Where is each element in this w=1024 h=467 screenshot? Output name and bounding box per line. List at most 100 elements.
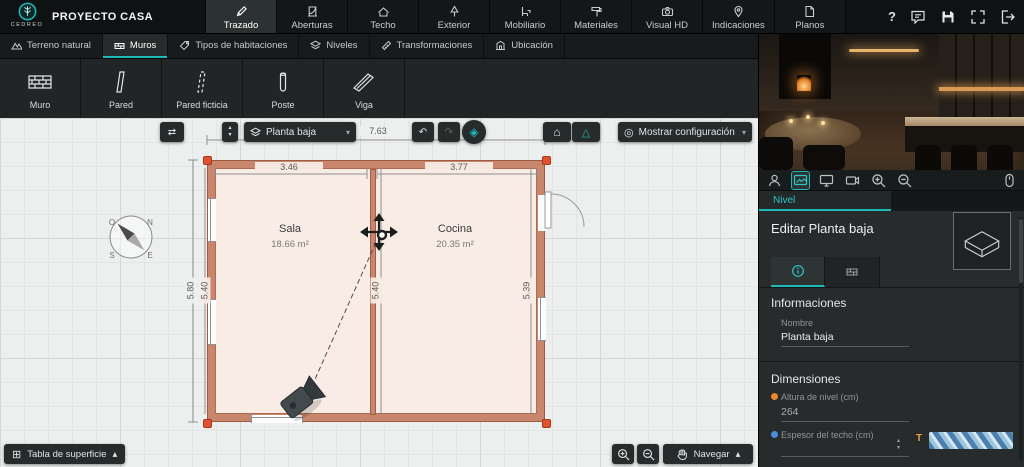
dim-label-middle: 5.40 [371,278,382,304]
chat-button[interactable] [910,9,926,25]
snapshot-button[interactable] [792,172,809,189]
surface-table-button[interactable]: ⊞ Tabla de superficie ▴ [4,444,125,464]
subtab-tipos-habitaciones[interactable]: Tipos de habitaciones [168,33,299,58]
subtab-terreno-natural[interactable]: Terreno natural [0,33,103,58]
zoom-out-button[interactable] [637,444,659,464]
corner-handle[interactable] [542,156,551,165]
tab-nivel[interactable]: Nivel [759,191,891,211]
corner-handle[interactable] [203,156,212,165]
paint-mode-button[interactable]: ◈ [462,120,486,144]
subtab-muros[interactable]: Muros [103,33,168,58]
tab-muros-nivel[interactable] [825,257,880,287]
tab-exterior[interactable]: Exterior [419,0,490,33]
triangle-view-button[interactable]: △ [572,122,600,142]
corner-handle[interactable] [203,419,212,428]
undo-button[interactable]: ↶ [412,122,434,142]
mouse-controls-button[interactable] [1001,172,1018,189]
roof-view-button[interactable]: ⌂ [543,122,571,142]
panel-scrollbar[interactable] [1019,217,1023,461]
tab-visual-hd[interactable]: Visual HD [632,0,703,33]
triangle-icon: △ [582,126,590,139]
tab-planos[interactable]: Planos [775,0,846,33]
corner-handle[interactable] [542,419,551,428]
tab-label: Aberturas [291,20,332,31]
scrollbar-thumb[interactable] [1019,219,1023,283]
divider [759,361,1024,362]
subtab-transformaciones[interactable]: Transformaciones [370,33,485,58]
room-area: 20.35 m² [410,239,500,250]
pencil-icon [235,5,248,18]
iso-slab-icon [956,215,1008,267]
window-left-2[interactable] [208,299,216,345]
texture-swatch[interactable] [929,432,1013,449]
tab-nivel-label: Nivel [773,195,795,206]
thin-wall-icon [108,69,134,95]
compass-s: S [109,251,114,260]
save-button[interactable] [940,9,956,25]
mouse-icon [1002,173,1017,188]
chevron-down-icon: ▾ [346,128,350,137]
tab-label: Trazado [224,20,259,31]
redo-button[interactable]: ↷ [438,122,460,142]
exit-button[interactable] [1000,9,1016,25]
ceiling-stepper[interactable]: ▴ ▾ [897,438,900,452]
window-right[interactable] [538,297,546,341]
floorplan-canvas[interactable]: N O S E 7.63 3.46 [0,118,758,467]
chair-icon [519,5,532,18]
ruler-icon [381,40,392,51]
camera-view-button[interactable] [844,172,861,189]
step-up-icon: ▴ [228,125,231,132]
window-left-1[interactable] [208,198,216,242]
swap-level-button[interactable]: ⇄ [160,122,184,142]
dim-label-top-right: 3.77 [425,162,493,172]
subtab-niveles[interactable]: Niveles [299,33,369,58]
preview-zoom-in-button[interactable] [870,172,887,189]
navigate-button[interactable]: Navegar ▴ [663,444,753,464]
tool-pared-ficticia[interactable]: Pared ficticia [162,59,243,119]
ceiling-thickness-label: Espesor del techo (cm) [781,430,874,440]
show-config-label: Mostrar configuración [639,127,735,138]
app-logo[interactable]: CEDREO [7,2,47,28]
main-tabs: Trazado Aberturas Techo Exterior Mobilia… [205,0,846,33]
tool-muro[interactable]: Muro [0,59,81,119]
tool-poste[interactable]: Poste [243,59,324,119]
level-3d-button[interactable] [953,212,1011,270]
navigate-label: Navegar [694,449,730,460]
tab-aberturas[interactable]: Aberturas [277,0,348,33]
tool-pared[interactable]: Pared [81,59,162,119]
tab-trazado[interactable]: Trazado [205,0,277,33]
door-leaf[interactable] [545,192,584,228]
tab-informaciones[interactable] [771,257,825,287]
scene-stool [951,145,977,170]
zoom-out-icon [642,448,655,461]
level-editor-panel: Editar Planta baja Informaciones Nombre … [759,211,1024,467]
fullscreen-button[interactable] [970,9,986,25]
room-name: Sala [245,223,335,235]
name-label: Nombre [781,318,813,328]
subtab-ubicacion[interactable]: Ubicación [484,33,565,58]
show-config-button[interactable]: ◎ Mostrar configuración ▾ [618,122,752,142]
monitor-view-button[interactable] [818,172,835,189]
level-selector[interactable]: Planta baja ▾ [244,122,356,142]
level-height-field[interactable]: 264 [781,406,799,418]
zoom-in-button[interactable] [612,444,634,464]
level-stepper[interactable]: ▴ ▾ [222,122,238,142]
preview-zoom-out-button[interactable] [896,172,913,189]
tool-viga[interactable]: Viga [324,59,405,119]
map-pin-icon [732,5,745,18]
tab-techo[interactable]: Techo [348,0,419,33]
panel-tabs [771,257,880,287]
user-view-button[interactable] [766,172,783,189]
render-preview[interactable] [759,33,1024,170]
scene-candle [821,121,825,125]
tab-materiales[interactable]: Materiales [561,0,632,33]
tab-mobiliario[interactable]: Mobiliario [490,0,561,33]
height-field-underline [781,421,909,422]
tab-indicaciones[interactable]: Indicaciones [703,0,775,33]
layers-icon [310,40,321,51]
name-field[interactable]: Planta baja [781,331,834,343]
help-button[interactable]: ? [888,9,896,24]
room-name: Cocina [410,223,500,235]
tool-label: Poste [271,100,294,110]
monitor-icon [819,173,834,188]
